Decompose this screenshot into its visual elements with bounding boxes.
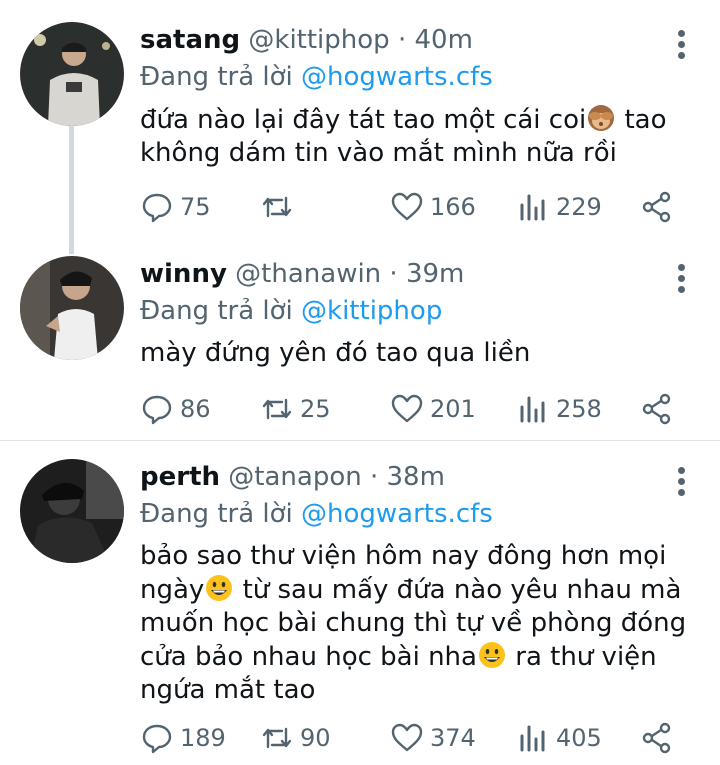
share-icon	[642, 722, 671, 754]
reply-mention[interactable]: @hogwarts.cfs	[301, 62, 493, 92]
grinning-face-emoji	[206, 575, 233, 601]
timestamp[interactable]: 39m	[406, 259, 464, 289]
separator-dot: ·	[361, 462, 387, 492]
heart-icon	[391, 394, 423, 423]
retweet-icon	[262, 727, 292, 749]
tweet-text-line: không dám tin vào mắt mình nữa rồi	[140, 138, 617, 168]
avatar[interactable]	[20, 22, 124, 126]
avatar[interactable]	[20, 256, 124, 360]
tweet-text-line: bảo sao thư viện hôm nay đông hơn mọi	[140, 541, 667, 571]
share-button[interactable]	[640, 389, 680, 429]
tweet-text: bảo sao thư viện hôm nay đông hơn mọi ng…	[140, 540, 700, 707]
author-name[interactable]: satang	[140, 25, 240, 55]
thread-line	[69, 124, 74, 254]
author-handle[interactable]: @thanawin	[235, 259, 381, 289]
share-icon	[642, 191, 671, 223]
like-count: 166	[430, 193, 476, 221]
reply-mention[interactable]: @hogwarts.cfs	[301, 499, 493, 529]
like-button[interactable]: 166	[390, 187, 476, 227]
tweet[interactable]: satang @kittiphop · 40m Đang trả lời @ho…	[0, 0, 720, 254]
more-options-icon[interactable]	[676, 264, 686, 294]
share-button[interactable]	[640, 718, 680, 758]
timestamp[interactable]: 40m	[414, 25, 472, 55]
reply-icon	[142, 193, 172, 223]
heart-icon	[391, 192, 423, 221]
see-no-evil-monkey-emoji	[588, 105, 615, 131]
avatar[interactable]	[20, 459, 124, 563]
tweet[interactable]: perth @tanapon · 38m Đang trả lời @hogwa…	[0, 441, 720, 765]
tweet-text-segment: ngày	[140, 575, 205, 605]
reply-context: Đang trả lời @hogwarts.cfs	[140, 59, 700, 95]
more-options-icon[interactable]	[676, 467, 686, 497]
tweet-text-segment: tao	[616, 105, 667, 135]
retweet-count: 90	[300, 724, 331, 752]
tweet-text-line: muốn học bài chung thì tự về phòng đóng	[140, 608, 687, 638]
retweet-button[interactable]: 90	[260, 718, 331, 758]
tweet[interactable]: winny @thanawin · 39m Đang trả lời @kitt…	[0, 240, 720, 440]
retweet-icon	[262, 196, 292, 218]
retweet-button[interactable]	[260, 187, 300, 227]
tweet-text-line: mày đứng yên đó tao qua liền	[140, 338, 531, 368]
tweet-text-line: ngứa mắt tao	[140, 675, 316, 705]
views-button[interactable]: 258	[516, 389, 602, 429]
reply-button[interactable]: 189	[140, 718, 226, 758]
timestamp[interactable]: 38m	[387, 462, 445, 492]
reply-mention[interactable]: @kittiphop	[301, 296, 442, 326]
tweet-text-segment: cửa bảo nhau học bài nha	[140, 642, 477, 672]
grinning-face-emoji	[478, 642, 505, 668]
action-bar: 86 25 201 258	[140, 389, 680, 429]
retweet-button[interactable]: 25	[260, 389, 331, 429]
reply-icon	[142, 724, 172, 754]
tweet-text-segment: từ sau mấy đứa nào yêu nhau mà	[234, 575, 682, 605]
retweet-count: 25	[300, 395, 331, 423]
reply-count: 86	[180, 395, 211, 423]
separator-dot: ·	[389, 25, 415, 55]
views-count: 229	[556, 193, 602, 221]
tweet-text: mày đứng yên đó tao qua liền	[140, 337, 700, 370]
tweet-text-segment: ra thư viện	[506, 642, 657, 672]
reply-prefix: Đang trả lời	[140, 62, 302, 92]
reply-button[interactable]: 75	[140, 187, 211, 227]
tweet-text: đứa nào lại đây tát tao một cái coi tao …	[140, 103, 700, 170]
reply-button[interactable]: 86	[140, 389, 211, 429]
retweet-icon	[262, 398, 292, 420]
action-bar: 75 166 229	[140, 187, 680, 227]
more-options-icon[interactable]	[676, 30, 686, 60]
like-button[interactable]: 201	[390, 389, 476, 429]
views-button[interactable]: 229	[516, 187, 602, 227]
like-count: 201	[430, 395, 476, 423]
like-button[interactable]: 374	[390, 718, 476, 758]
reply-prefix: Đang trả lời	[140, 499, 302, 529]
share-icon	[642, 393, 671, 425]
reply-count: 75	[180, 193, 211, 221]
author-name[interactable]: winny	[140, 259, 227, 289]
reply-context: Đang trả lời @hogwarts.cfs	[140, 496, 700, 532]
tweet-text-segment: đứa nào lại đây tát tao một cái coi	[140, 105, 587, 135]
author-name[interactable]: perth	[140, 462, 220, 492]
heart-icon	[391, 723, 423, 752]
views-count: 405	[556, 724, 602, 752]
reply-count: 189	[180, 724, 226, 752]
views-button[interactable]: 405	[516, 718, 602, 758]
views-count: 258	[556, 395, 602, 423]
views-chart-icon	[520, 396, 545, 423]
separator-dot: ·	[381, 259, 406, 289]
share-button[interactable]	[640, 187, 680, 227]
views-chart-icon	[520, 194, 545, 221]
views-chart-icon	[520, 725, 545, 752]
reply-prefix: Đang trả lời	[140, 296, 302, 326]
action-bar: 189 90 374 405	[140, 718, 680, 758]
like-count: 374	[430, 724, 476, 752]
reply-icon	[142, 395, 172, 425]
reply-context: Đang trả lời @kittiphop	[140, 293, 700, 329]
author-handle[interactable]: @tanapon	[228, 462, 361, 492]
author-handle[interactable]: @kittiphop	[248, 25, 389, 55]
